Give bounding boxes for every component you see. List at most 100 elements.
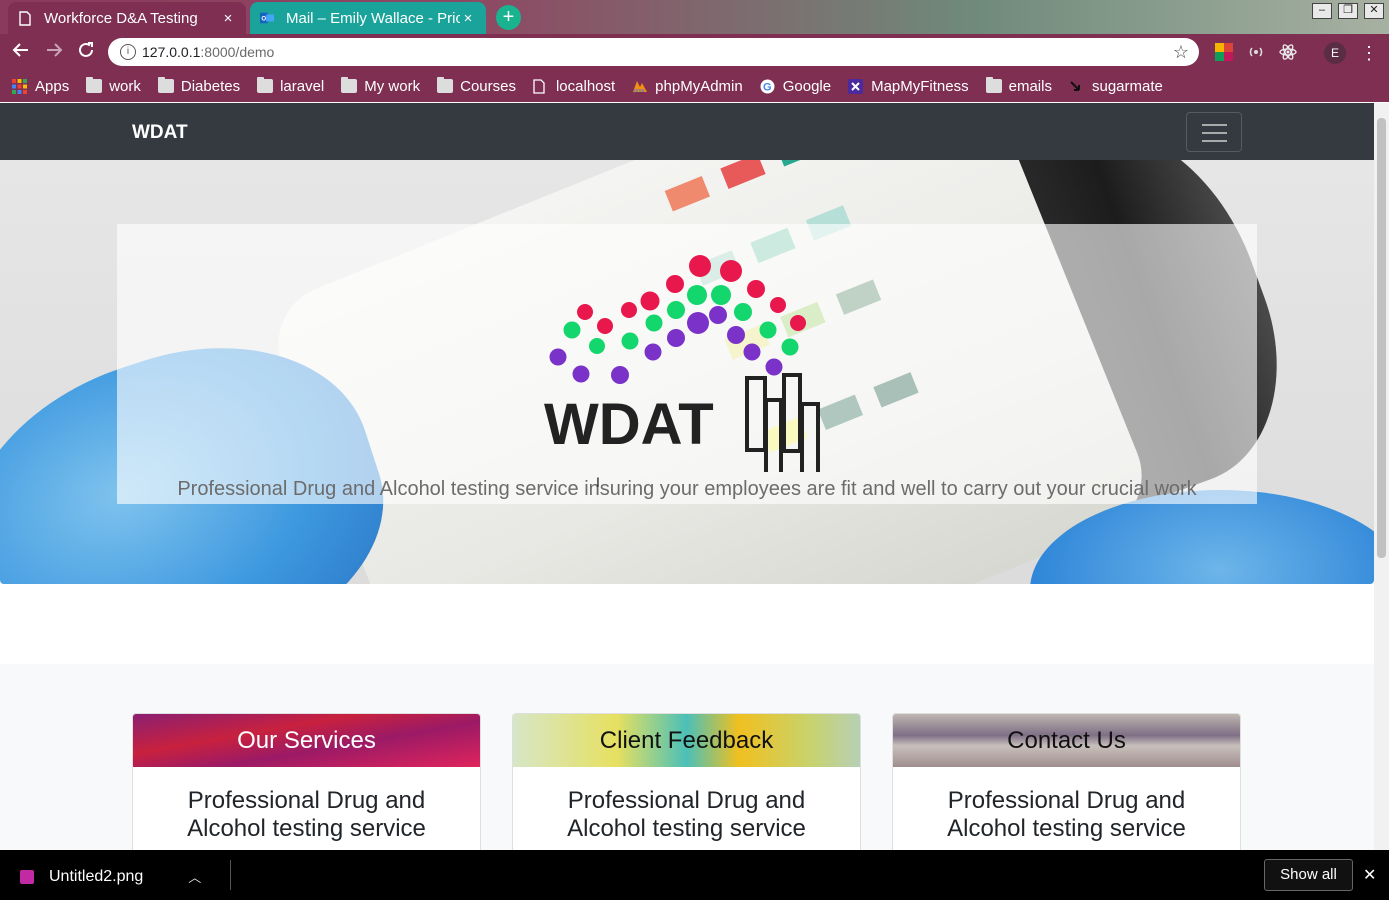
apps-grid-icon [12, 79, 28, 94]
bookmark-google[interactable]: G Google [760, 78, 831, 95]
site-navbar: WDAT [0, 103, 1374, 160]
card-body-text: Professional Drug and Alcohol testing se… [947, 787, 1186, 842]
tab-title: Workforce D&A Testing [44, 9, 198, 27]
card-title: Our Services [133, 714, 480, 767]
bookmark-label: Diabetes [180, 77, 241, 95]
bookmark-label: Courses [460, 77, 516, 95]
forward-arrow-icon[interactable] [43, 41, 65, 63]
url-path: :8000/demo [200, 44, 275, 60]
bookmark-label: sugarmate [1091, 77, 1163, 95]
hamburger-line [1202, 132, 1227, 134]
tab-close-icon[interactable]: × [460, 10, 476, 27]
page-icon [18, 10, 32, 26]
card-contact-us[interactable]: Contact Us Professional Drug and Alcohol… [892, 713, 1241, 873]
card-our-services[interactable]: Our Services Professional Drug and Alcoh… [132, 713, 481, 873]
color-palette-extension-icon[interactable] [1215, 43, 1233, 61]
cards-section: Our Services Professional Drug and Alcoh… [0, 664, 1374, 873]
tab-workforce[interactable]: Workforce D&A Testing × [8, 2, 246, 34]
bookmark-localhost[interactable]: localhost [533, 78, 615, 95]
close-window-button[interactable]: ✕ [1364, 3, 1384, 19]
bookmark-label: emails [1008, 77, 1052, 95]
phpmyadmin-icon: pma [632, 79, 648, 94]
react-devtools-icon[interactable] [1279, 43, 1297, 61]
shelf-divider [230, 860, 231, 890]
new-tab-button[interactable]: + [496, 5, 521, 30]
broadcast-extension-icon[interactable] [1247, 43, 1265, 61]
logo-bars [745, 373, 820, 472]
bookmark-laravel[interactable]: laravel [257, 77, 325, 95]
menu-kebab-icon[interactable]: ⋮ [1360, 44, 1378, 62]
card-title: Client Feedback [513, 714, 860, 767]
chevron-up-icon[interactable]: ︿ [188, 867, 201, 886]
restore-button[interactable]: ❐ [1338, 3, 1358, 19]
google-icon: G [760, 79, 776, 94]
bookmark-label: Apps [35, 77, 70, 95]
navbar-brand[interactable]: WDAT [132, 122, 188, 144]
minimize-button[interactable]: – [1312, 3, 1332, 19]
browser-toolbar: i 127.0.0.1 :8000/demo ☆ [0, 34, 1389, 70]
bookmark-work[interactable]: work [86, 77, 141, 95]
navbar-toggler-button[interactable] [1186, 112, 1242, 152]
folder-icon [341, 77, 358, 93]
download-shelf: Untitled2.png ︿ Show all ✕ [0, 850, 1389, 900]
hamburger-line [1202, 124, 1227, 126]
bookmark-label: work [109, 77, 141, 95]
underarmour-icon [848, 79, 864, 94]
hero-tagline: Professional Drug and Alcohol testing se… [177, 478, 1197, 500]
close-shelf-icon[interactable]: ✕ [1363, 865, 1376, 885]
logo-dots [549, 255, 806, 384]
bookmark-sugarmate[interactable]: sugarmate [1069, 78, 1163, 95]
download-item[interactable]: Untitled2.png ︿ [20, 867, 201, 886]
image-file-icon [20, 869, 34, 884]
bookmark-label: My work [364, 77, 421, 95]
svg-text:O: O [261, 16, 266, 23]
bookmark-courses[interactable]: Courses [437, 77, 516, 95]
bookmark-my-work[interactable]: My work [341, 77, 421, 95]
address-bar[interactable]: i 127.0.0.1 :8000/demo ☆ [108, 38, 1199, 66]
page-icon [533, 79, 549, 94]
tab-close-icon[interactable]: × [220, 10, 236, 27]
bookmark-star-icon[interactable]: ☆ [1173, 42, 1189, 63]
hero-banner: WDAT Professional Drug and Alcohol testi… [0, 160, 1374, 584]
bookmark-label: localhost [555, 77, 616, 95]
url-host: 127.0.0.1 [142, 44, 201, 60]
card-body-text: Professional Drug and Alcohol testing se… [567, 787, 806, 842]
bookmark-apps[interactable]: Apps [12, 78, 69, 95]
download-filename: Untitled2.png [49, 867, 144, 885]
hero-overlay: WDAT Professional Drug and Alcohol testi… [117, 224, 1257, 504]
bookmark-label: MapMyFitness [871, 77, 969, 95]
folder-icon [437, 77, 454, 93]
bookmark-mapmyfitness[interactable]: MapMyFitness [848, 78, 969, 95]
text-cursor-icon: I [596, 474, 600, 490]
bookmarks-bar: Apps work Diabetes laravel My work Cours… [0, 70, 1389, 102]
bookmark-label: Google [782, 77, 832, 95]
card-body-text: Professional Drug and Alcohol testing se… [187, 787, 426, 842]
reload-icon[interactable] [75, 41, 97, 63]
card-client-feedback[interactable]: Client Feedback Professional Drug and Al… [512, 713, 861, 873]
folder-icon [985, 77, 1002, 93]
bookmark-phpmyadmin[interactable]: pma phpMyAdmin [632, 78, 743, 95]
show-all-button[interactable]: Show all [1264, 859, 1353, 891]
page-scrollbar[interactable] [1374, 103, 1389, 850]
tab-strip: Workforce D&A Testing × O Mail – Emily W… [0, 0, 1389, 34]
folder-icon [157, 77, 174, 93]
bookmark-emails[interactable]: emails [985, 77, 1052, 95]
sugarmate-icon [1069, 79, 1085, 93]
logo-wordmark: WDAT [544, 392, 714, 457]
profile-avatar[interactable]: E [1324, 42, 1346, 64]
wdat-logo: WDAT [544, 255, 820, 472]
tab-title: Mail – Emily Wallace - Pric [286, 9, 460, 27]
section-spacer [0, 584, 1374, 664]
back-arrow-icon[interactable] [10, 41, 32, 63]
bookmark-label: phpMyAdmin [655, 77, 743, 95]
scrollbar-thumb[interactable] [1377, 118, 1386, 558]
hamburger-line [1202, 140, 1227, 142]
tab-mail[interactable]: O Mail – Emily Wallace - Pric × [250, 2, 486, 34]
folder-icon [86, 77, 103, 93]
bookmark-diabetes[interactable]: Diabetes [157, 77, 241, 95]
outlook-icon: O [260, 10, 274, 26]
info-icon[interactable]: i [120, 44, 136, 60]
bookmark-label: laravel [280, 77, 325, 95]
svg-text:pma: pma [634, 88, 645, 93]
card-title: Contact Us [893, 714, 1240, 767]
